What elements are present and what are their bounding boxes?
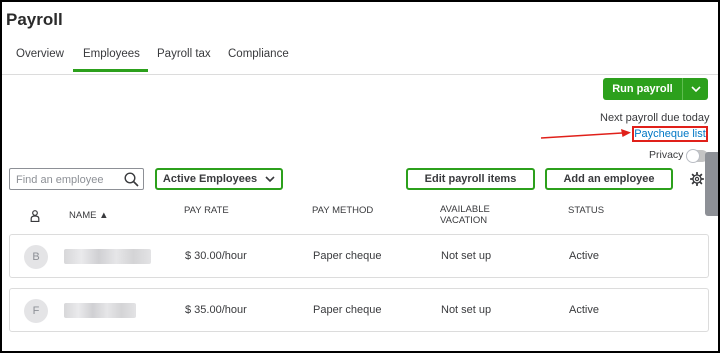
privacy-label: Privacy (649, 149, 684, 161)
tab-payroll-tax[interactable]: Payroll tax (157, 48, 211, 60)
avatar: B (24, 245, 48, 269)
vacation-cell: Not set up (441, 250, 492, 262)
search-input[interactable] (14, 170, 126, 190)
status-cell: Active (569, 304, 599, 316)
column-header-name[interactable]: NAME ▲ (69, 210, 109, 221)
avatar: F (24, 299, 48, 323)
tab-overview[interactable]: Overview (16, 48, 64, 60)
table-row[interactable]: B $ 30.00/hour Paper cheque Not set up A… (9, 234, 709, 278)
employee-search[interactable] (9, 168, 144, 190)
add-employee-button[interactable]: Add an employee (545, 168, 673, 190)
tab-bar: Overview Employees Payroll tax Complianc… (2, 48, 718, 75)
vacation-header-line-1: AVAILABLE (440, 204, 490, 215)
column-header-pay-rate: PAY RATE (184, 205, 229, 216)
table-row[interactable]: F $ 35.00/hour Paper cheque Not set up A… (9, 288, 709, 332)
vacation-header-line-2: VACATION (440, 215, 488, 226)
pay-method-cell: Paper cheque (313, 250, 382, 262)
column-header-status: STATUS (568, 205, 605, 216)
page-title: Payroll (6, 10, 63, 29)
tab-compliance[interactable]: Compliance (228, 48, 289, 60)
tab-employees[interactable]: Employees (83, 48, 140, 60)
active-tab-indicator (73, 69, 148, 72)
search-icon[interactable] (124, 172, 139, 192)
edit-payroll-items-button[interactable]: Edit payroll items (406, 168, 535, 190)
redacted-employee-name[interactable] (64, 303, 136, 318)
redacted-employee-name[interactable] (64, 249, 151, 264)
person-icon (30, 209, 40, 227)
annotation-arrow-icon (540, 129, 631, 139)
active-employees-filter[interactable]: Active Employees (155, 168, 283, 190)
next-payroll-text: Next payroll due today (600, 112, 710, 124)
toggle-knob (686, 149, 700, 163)
status-cell: Active (569, 250, 599, 262)
pay-rate-cell: $ 35.00/hour (185, 304, 247, 316)
paycheque-list-link[interactable]: Paycheque list (632, 126, 708, 142)
gear-icon[interactable] (689, 171, 705, 191)
run-payroll-button[interactable]: Run payroll (603, 78, 708, 100)
column-header-vacation: AVAILABLE VACATION (440, 204, 490, 226)
run-payroll-label: Run payroll (612, 83, 673, 95)
feedback-side-tab[interactable] (705, 152, 718, 216)
pay-rate-cell: $ 30.00/hour (185, 250, 247, 262)
filter-label: Active Employees (162, 173, 258, 185)
payroll-page: Payroll Overview Employees Payroll tax C… (0, 0, 720, 353)
pay-method-cell: Paper cheque (313, 304, 382, 316)
vacation-cell: Not set up (441, 304, 492, 316)
chevron-down-icon (265, 176, 275, 182)
column-header-pay-method: PAY METHOD (312, 205, 374, 216)
chevron-down-icon[interactable] (683, 86, 708, 92)
